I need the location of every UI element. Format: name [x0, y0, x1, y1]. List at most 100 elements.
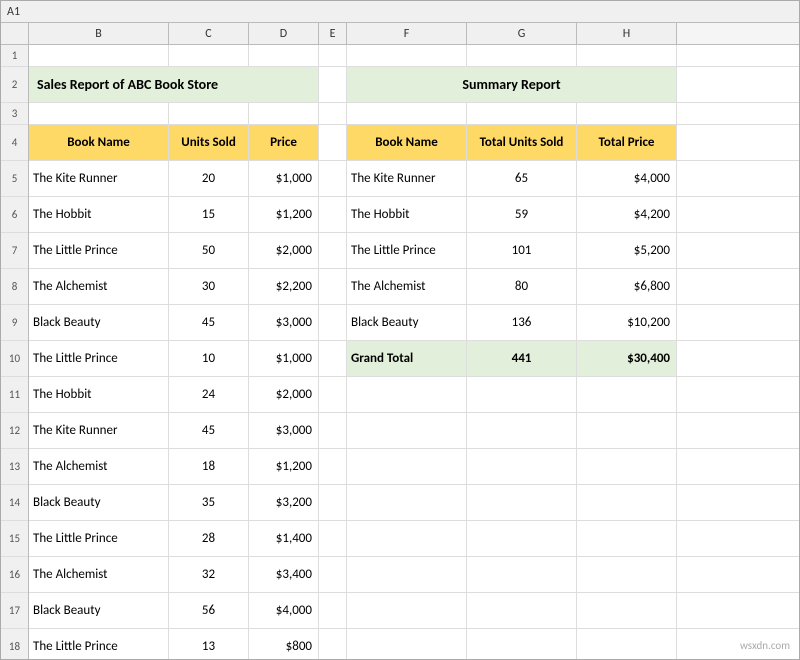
row-num-5: 5: [1, 161, 28, 197]
row-1: [29, 45, 799, 67]
row-4: Book Name Units Sold Price Book Name Tot…: [29, 125, 799, 161]
main-row18-book: The Little Prince: [29, 629, 169, 659]
summary-header-units-label: Total Units Sold: [480, 135, 564, 150]
row-9: Black Beauty 45 $3,000 Black Beauty 136 …: [29, 305, 799, 341]
main-row10-price: $1,000: [249, 341, 319, 376]
column-headers: B C D E F G H: [1, 23, 799, 45]
main-row15-price: $1,400: [249, 521, 319, 556]
cell-e1: [319, 45, 347, 66]
row-5: The Kite Runner 20 $1,000 The Kite Runne…: [29, 161, 799, 197]
main-title-text: Sales Report of ABC Book Store: [37, 76, 218, 93]
row-num-12: 12: [1, 413, 28, 449]
col-header-g: G: [467, 23, 577, 44]
cell-h15: [577, 521, 677, 556]
main-row12-price: $3,000: [249, 413, 319, 448]
cell-e15: [319, 521, 347, 556]
main-title: Sales Report of ABC Book Store: [29, 67, 319, 102]
cell-g1: [467, 45, 577, 66]
cell-e4: [319, 125, 347, 160]
summary-row7-units: 101: [467, 233, 577, 268]
cell-h17: [577, 593, 677, 628]
cell-e8: [319, 269, 347, 304]
main-row7-units: 50: [169, 233, 249, 268]
summary-header-book: Book Name: [347, 125, 467, 160]
cell-h14: [577, 485, 677, 520]
grid-body: 1 2 3 4 5 6 7 8 9 10 11 12 13 14 15 16 1…: [1, 45, 799, 659]
cell-e18: [319, 629, 347, 659]
row-13: The Alchemist 18 $1,200: [29, 449, 799, 485]
main-row6-units: 15: [169, 197, 249, 232]
main-row14-book: Black Beauty: [29, 485, 169, 520]
row-num-9: 9: [1, 305, 28, 341]
main-row13-price: $1,200: [249, 449, 319, 484]
summary-row5-units: 65: [467, 161, 577, 196]
cell-e3: [319, 103, 347, 124]
watermark: wsxdn.com: [740, 639, 790, 652]
cell-f11: [347, 377, 467, 412]
cell-e9: [319, 305, 347, 340]
summary-header-price: Total Price: [577, 125, 677, 160]
cell-f13: [347, 449, 467, 484]
cell-e10: [319, 341, 347, 376]
col-header-e: E: [319, 23, 347, 44]
cell-e11: [319, 377, 347, 412]
main-row13-units: 18: [169, 449, 249, 484]
row-numbers: 1 2 3 4 5 6 7 8 9 10 11 12 13 14 15 16 1…: [1, 45, 29, 659]
row-10: The Little Prince 10 $1,000 Grand Total …: [29, 341, 799, 377]
row-num-17: 17: [1, 593, 28, 629]
main-row7-price: $2,000: [249, 233, 319, 268]
summary-row5-book: The Kite Runner: [347, 161, 467, 196]
cell-g11: [467, 377, 577, 412]
cell-g14: [467, 485, 577, 520]
cell-e2: [319, 67, 347, 102]
cell-f18: [347, 629, 467, 659]
summary-row5-price: $4,000: [577, 161, 677, 196]
main-row17-book: Black Beauty: [29, 593, 169, 628]
cell-b1: [29, 45, 169, 66]
row-num-13: 13: [1, 449, 28, 485]
summary-row7-book: The Little Prince: [347, 233, 467, 268]
col-header-d: D: [249, 23, 319, 44]
cell-e16: [319, 557, 347, 592]
main-row16-units: 32: [169, 557, 249, 592]
grid-content: Sales Report of ABC Book Store Summary R…: [29, 45, 799, 659]
cell-f3: [347, 103, 467, 124]
main-row8-units: 30: [169, 269, 249, 304]
cell-f1: [347, 45, 467, 66]
cell-e6: [319, 197, 347, 232]
row-18: The Little Prince 13 $800: [29, 629, 799, 659]
cell-f16: [347, 557, 467, 592]
cell-h12: [577, 413, 677, 448]
cell-g13: [467, 449, 577, 484]
summary-row8-units: 80: [467, 269, 577, 304]
row-14: Black Beauty 35 $3,200: [29, 485, 799, 521]
main-row15-units: 28: [169, 521, 249, 556]
main-row12-units: 45: [169, 413, 249, 448]
main-row18-price: $800: [249, 629, 319, 659]
cell-g17: [467, 593, 577, 628]
main-row14-units: 35: [169, 485, 249, 520]
summary-row7-price: $5,200: [577, 233, 677, 268]
row-num-8: 8: [1, 269, 28, 305]
col-header-f: F: [347, 23, 467, 44]
row-num-15: 15: [1, 521, 28, 557]
cell-f14: [347, 485, 467, 520]
row-7: The Little Prince 50 $2,000 The Little P…: [29, 233, 799, 269]
col-header-c: C: [169, 23, 249, 44]
row-6: The Hobbit 15 $1,200 The Hobbit 59 $4,20…: [29, 197, 799, 233]
main-row12-book: The Kite Runner: [29, 413, 169, 448]
cell-g3: [467, 103, 577, 124]
main-row17-price: $4,000: [249, 593, 319, 628]
grand-total-price: $30,400: [577, 341, 677, 376]
main-row9-book: Black Beauty: [29, 305, 169, 340]
main-row9-price: $3,000: [249, 305, 319, 340]
cell-reference: A1: [7, 5, 20, 19]
summary-row6-units: 59: [467, 197, 577, 232]
main-header-book: Book Name: [29, 125, 169, 160]
main-row11-units: 24: [169, 377, 249, 412]
row-8: The Alchemist 30 $2,200 The Alchemist 80…: [29, 269, 799, 305]
row-16: The Alchemist 32 $3,400: [29, 557, 799, 593]
corner-cell: [1, 23, 29, 44]
row-15: The Little Prince 28 $1,400: [29, 521, 799, 557]
row-11: The Hobbit 24 $2,000: [29, 377, 799, 413]
